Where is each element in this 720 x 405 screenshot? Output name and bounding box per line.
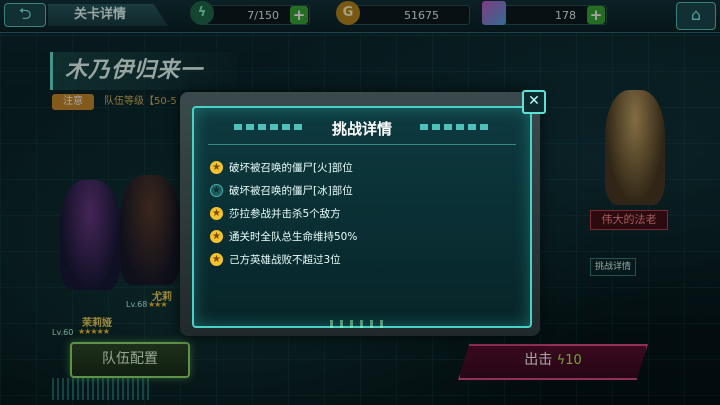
dialog-footer-decoration [330,320,390,328]
objective-list: ★ 破坏被召唤的僵尸[火]部位 ★ 破坏被召唤的僵尸[冰]部位 ★ 莎拉参战并击… [210,156,510,271]
star-icon: ★ [210,252,223,266]
star-icon: ★ [210,160,223,174]
objective-item: ★ 己方英雄战败不超过3位 [210,248,510,270]
title-divider [208,144,516,145]
objective-text: 莎拉参战并击杀5个敌方 [229,207,341,220]
objective-item: ★ 莎拉参战并击杀5个敌方 [210,202,510,224]
objective-item: ★ 破坏被召唤的僵尸[火]部位 [210,156,510,178]
objective-item: ★ 破坏被召唤的僵尸[冰]部位 [210,179,510,201]
objective-item: ★ 通关时全队总生命维持50% [210,225,510,247]
objective-text: 破坏被召唤的僵尸[火]部位 [229,161,353,174]
objective-text: 己方英雄战败不超过3位 [229,253,341,266]
star-icon: ★ [210,229,223,243]
close-icon: ✕ [528,93,540,109]
challenge-detail-dialog: 挑战详情 ★ 破坏被召唤的僵尸[火]部位 ★ 破坏被召唤的僵尸[冰]部位 ★ 莎… [180,92,540,336]
objective-text: 通关时全队总生命维持50% [229,230,358,243]
star-icon: ★ [210,183,223,197]
star-icon: ★ [210,206,223,220]
title-decoration-right [420,124,490,130]
objective-text: 破坏被召唤的僵尸[冰]部位 [229,184,353,197]
close-button[interactable]: ✕ [522,90,546,114]
dialog-panel: 挑战详情 ★ 破坏被召唤的僵尸[火]部位 ★ 破坏被召唤的僵尸[冰]部位 ★ 莎… [192,106,532,328]
